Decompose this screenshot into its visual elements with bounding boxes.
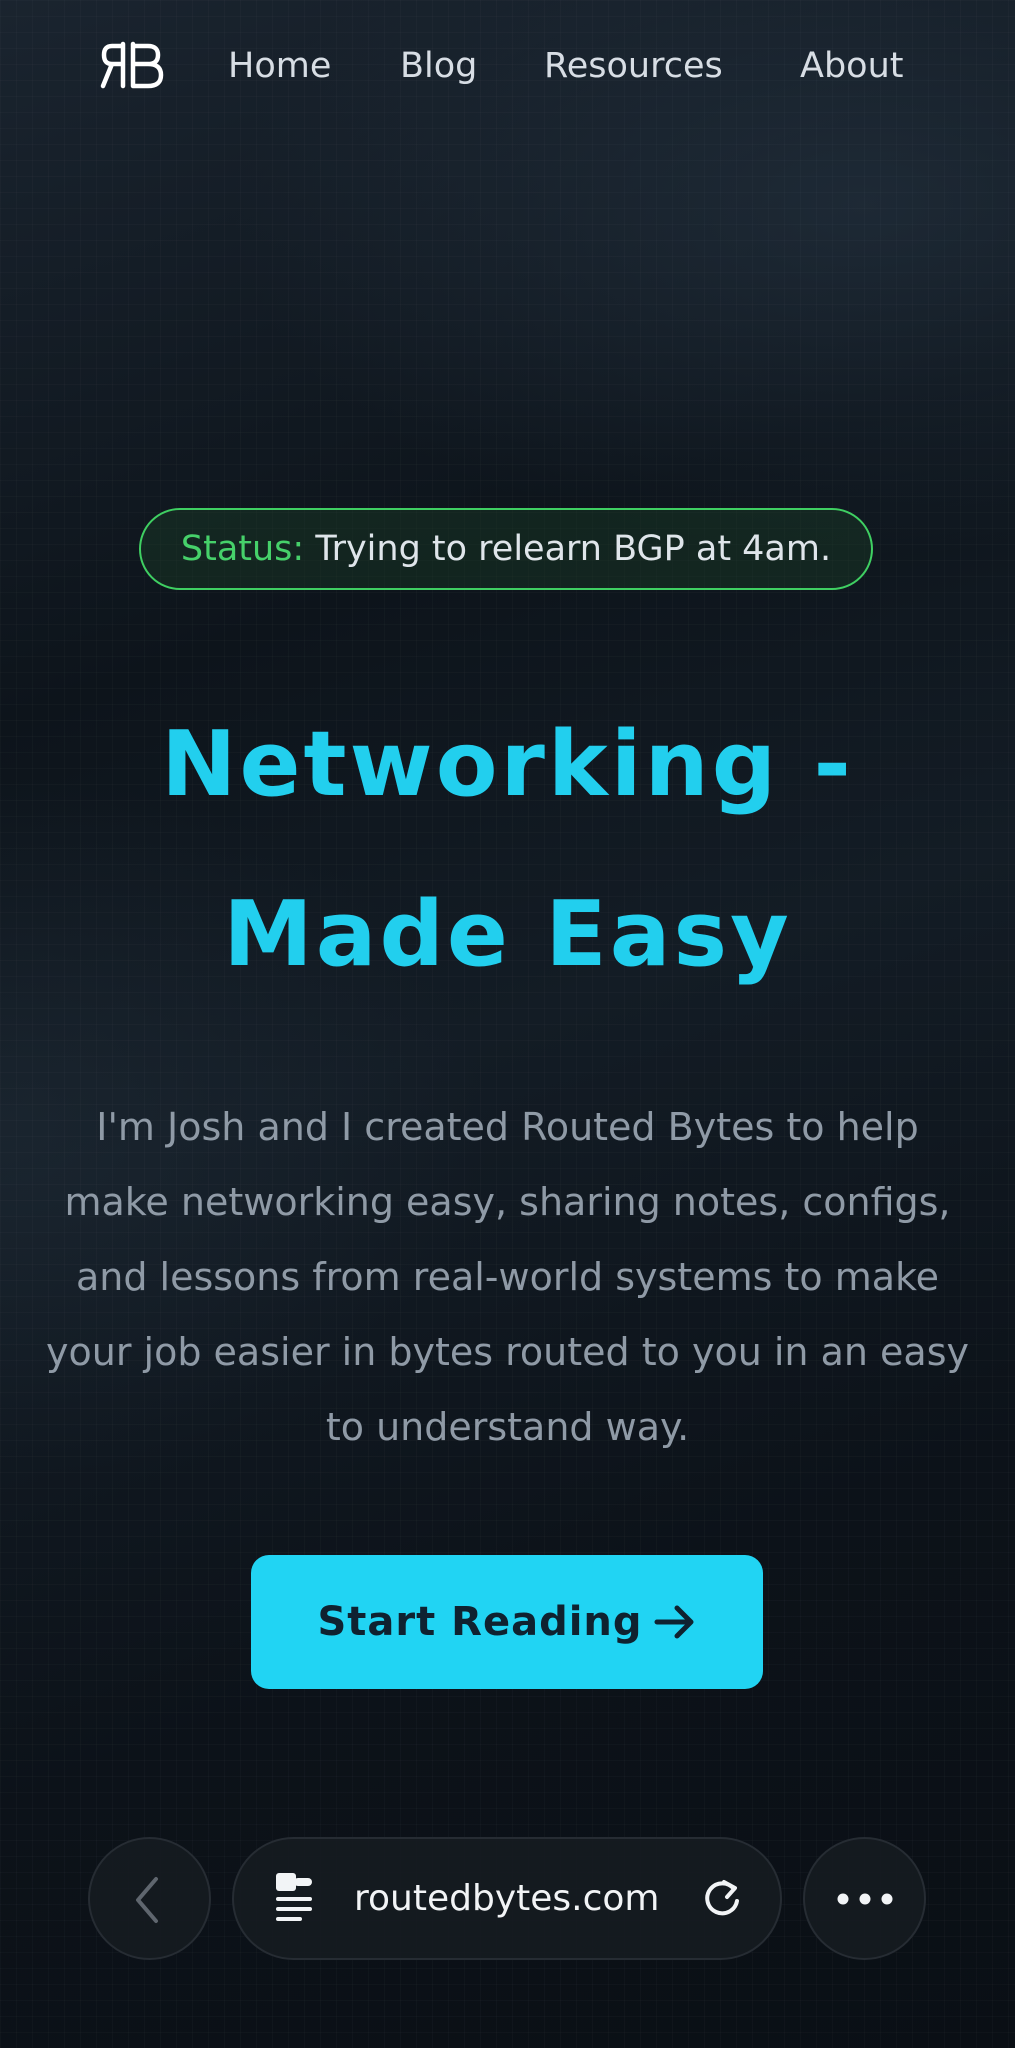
hero-title: Networking - Made Easy bbox=[0, 680, 1015, 1020]
nav-link-blog[interactable]: Blog bbox=[400, 44, 477, 88]
browser-address-bar[interactable]: routedbytes.com bbox=[232, 1837, 782, 1960]
arrow-right-icon bbox=[654, 1605, 694, 1639]
browser-url: routedbytes.com bbox=[354, 1878, 660, 1919]
page-settings-icon bbox=[276, 1873, 312, 1921]
hero-title-line-2: Made Easy bbox=[223, 882, 792, 987]
nav-link-home[interactable]: Home bbox=[228, 44, 331, 88]
chevron-left-icon bbox=[136, 1877, 158, 1923]
start-reading-button[interactable]: Start Reading bbox=[251, 1555, 763, 1689]
status-text: Trying to relearn BGP at 4am. bbox=[304, 529, 832, 569]
nav-link-about[interactable]: About bbox=[800, 44, 903, 88]
more-icon bbox=[837, 1893, 893, 1905]
top-nav: Home Blog Resources About bbox=[0, 36, 1015, 96]
status-badge: Status: Trying to relearn BGP at 4am. bbox=[139, 508, 873, 590]
nav-link-resources[interactable]: Resources bbox=[544, 44, 723, 88]
hero-description: I'm Josh and I created Routed Bytes to h… bbox=[46, 1105, 969, 1449]
start-reading-label: Start Reading bbox=[317, 1599, 643, 1645]
status-label: Status: bbox=[180, 529, 305, 569]
background-grid bbox=[0, 0, 1015, 2048]
browser-more-button[interactable] bbox=[803, 1837, 926, 1960]
hero-title-line-1: Networking - bbox=[161, 712, 854, 817]
browser-back-button[interactable] bbox=[88, 1837, 211, 1960]
reload-icon[interactable] bbox=[700, 1877, 744, 1921]
site-logo[interactable] bbox=[100, 40, 166, 90]
